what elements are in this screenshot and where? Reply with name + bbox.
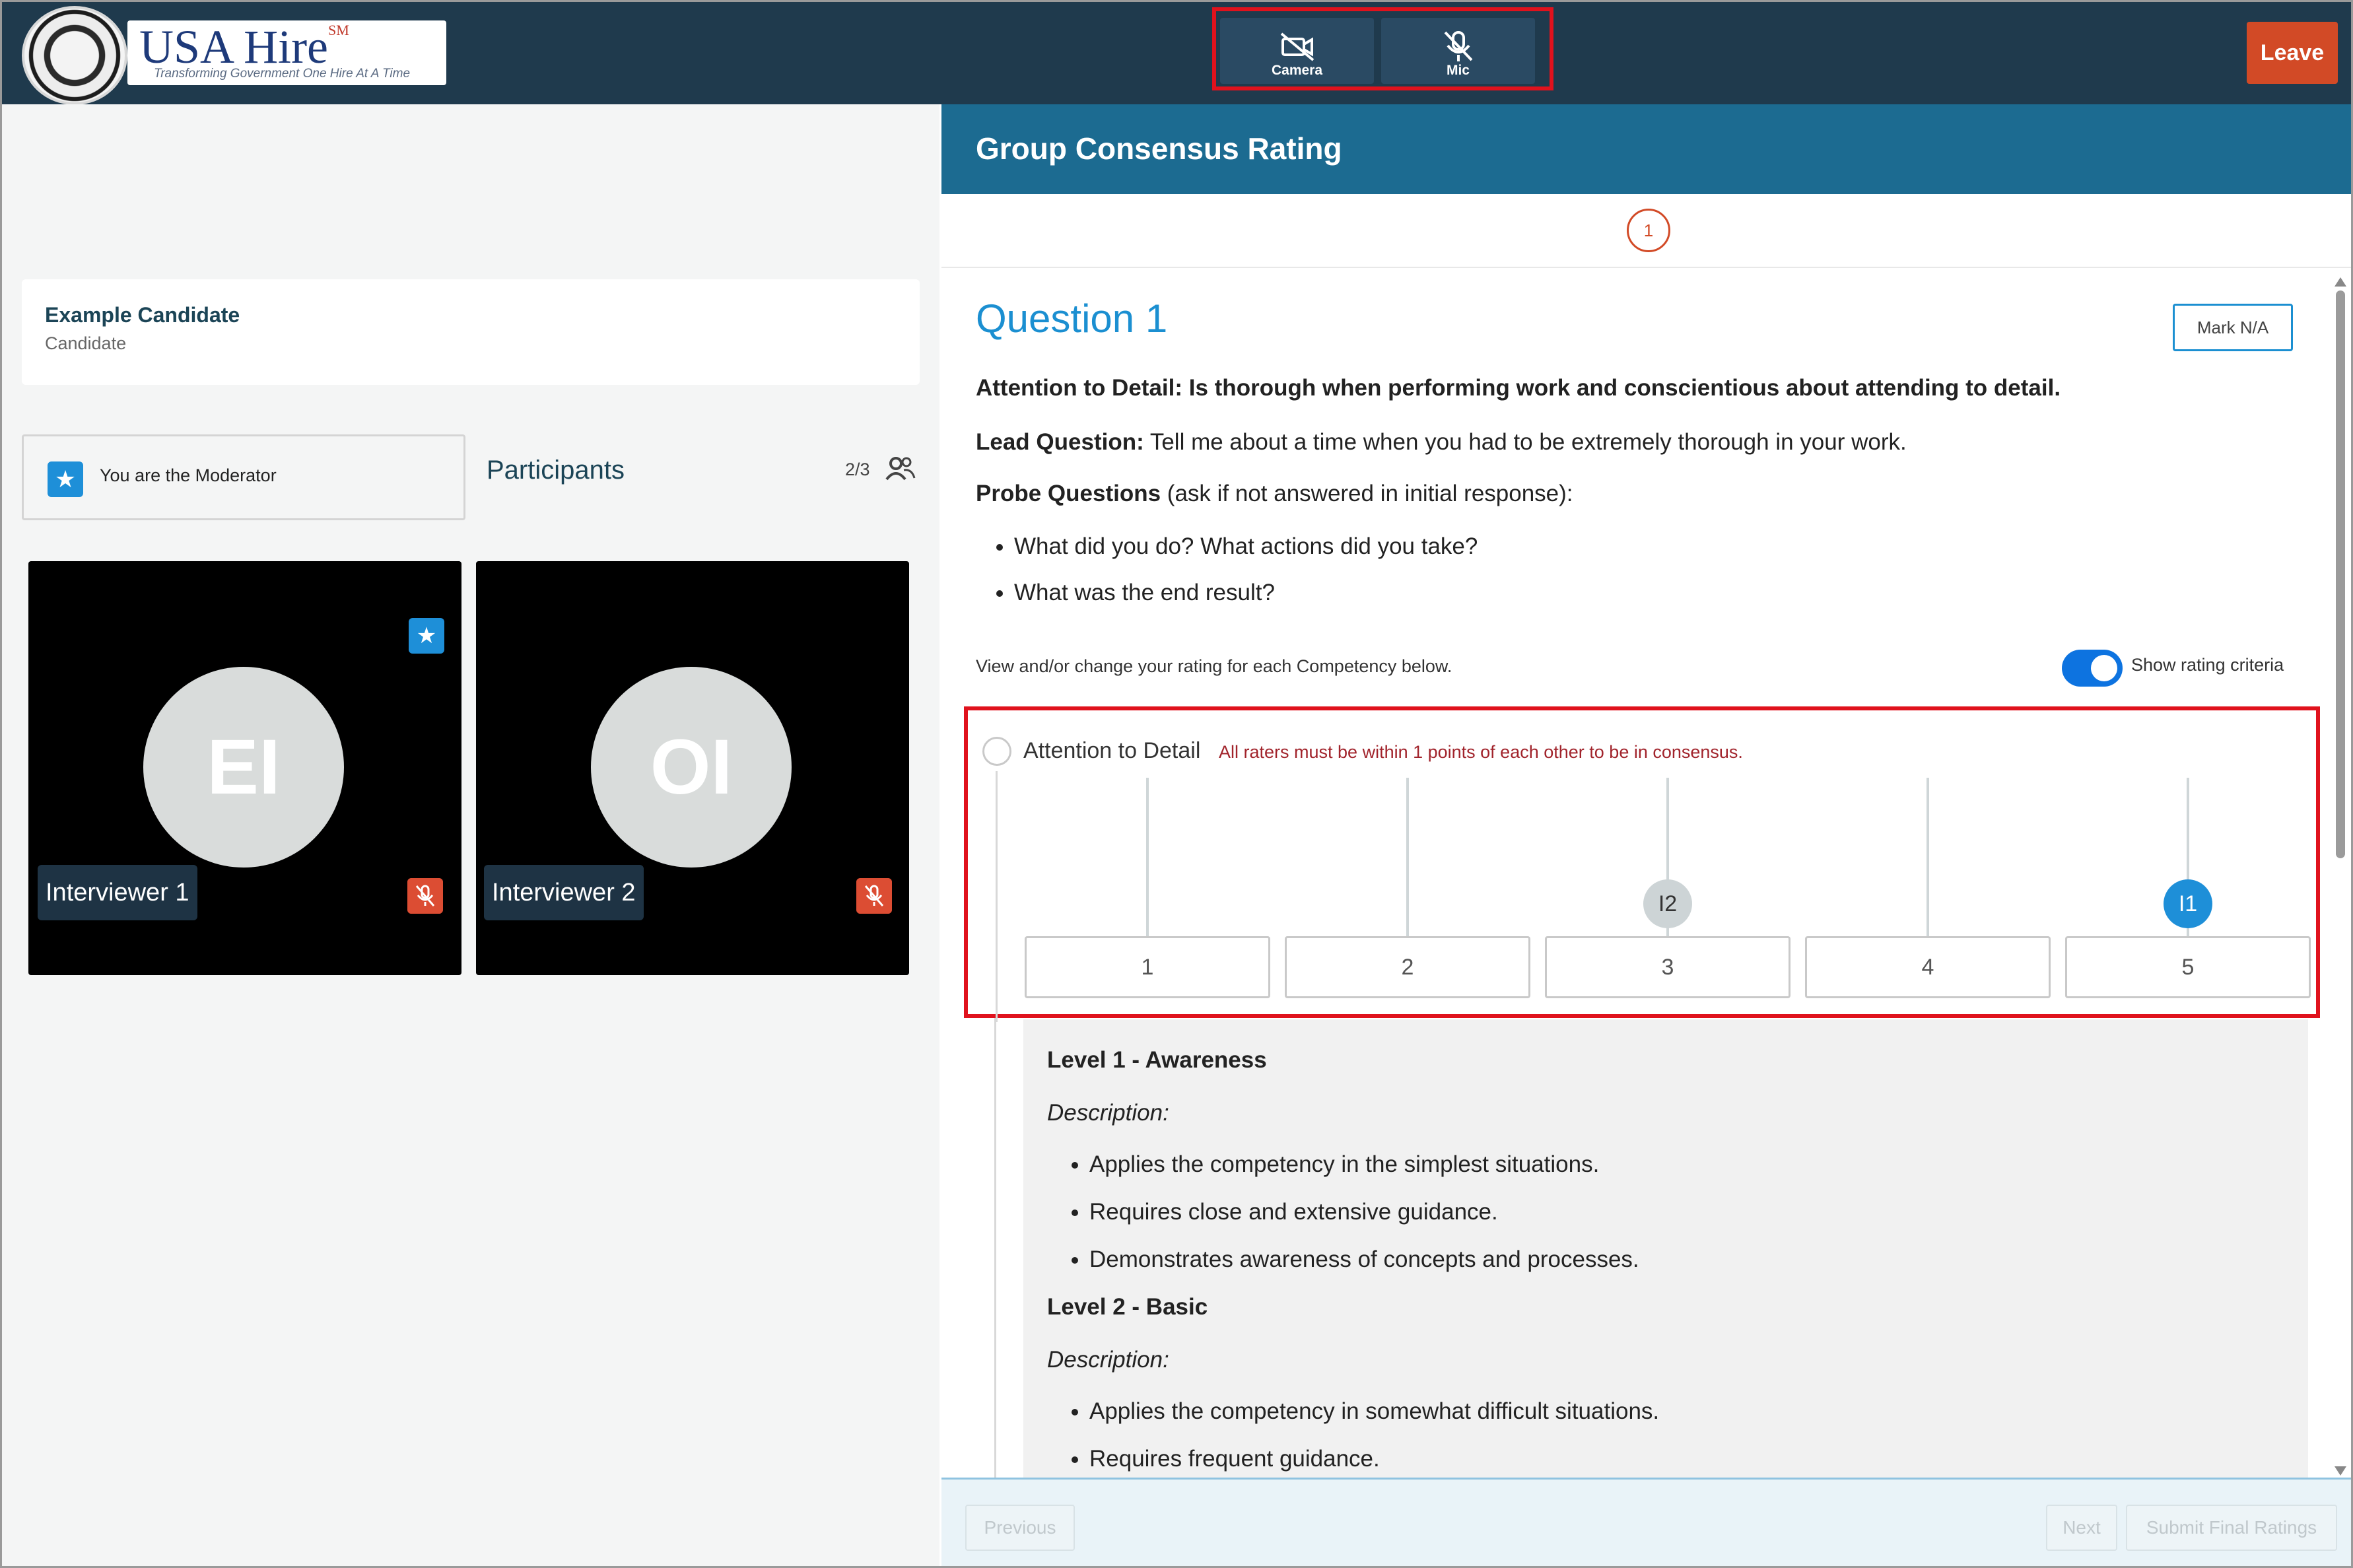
probe-list: What did you do? What actions did you ta…	[1014, 533, 1478, 626]
moderator-star-icon: ★	[409, 618, 444, 654]
list-item: What did you do? What actions did you ta…	[1014, 533, 1478, 560]
level-items: Applies the competency in somewhat diffi…	[1089, 1398, 1659, 1478]
candidate-role: Candidate	[45, 333, 127, 353]
star-icon: ★	[48, 461, 83, 497]
usa-hire-logo: USA HireSM Transforming Government One H…	[22, 6, 446, 105]
rating-panel: Group Consensus Rating 1 Question 1 Mark…	[941, 104, 2351, 1566]
probe-questions: Probe Questions (ask if not answered in …	[976, 481, 1573, 507]
top-bar: USA HireSM Transforming Government One H…	[2, 2, 2351, 105]
probe-label: Probe Questions	[976, 481, 1161, 506]
participants-count: 2/3	[845, 460, 870, 479]
probe-text: (ask if not answered in initial response…	[1161, 481, 1573, 506]
participant-name: Interviewer 1	[38, 865, 197, 920]
participant-tile[interactable]: OI Interviewer 2	[476, 561, 909, 975]
next-button[interactable]: Next	[2046, 1505, 2117, 1551]
competency-definition: Attention to Detail: Is thorough when pe…	[976, 375, 2061, 401]
lead-label: Lead Question:	[976, 429, 1144, 455]
camera-off-icon	[1280, 32, 1314, 61]
rating-option-4[interactable]: 4	[1805, 936, 2051, 998]
participants-title: Participants	[487, 456, 625, 485]
mark-na-button[interactable]: Mark N/A	[2173, 304, 2293, 351]
competency-rating-row: Attention to Detail All raters must be w…	[964, 706, 2320, 1022]
divider	[994, 1018, 996, 1478]
panel-header: Group Consensus Rating	[941, 104, 2351, 194]
toggle-knob	[2091, 655, 2117, 681]
rating-criteria: Level 1 - Awareness Description: Applies…	[1023, 1019, 2308, 1478]
scroll-down-icon[interactable]	[2335, 1466, 2346, 1476]
logo-tagline: Transforming Government One Hire At A Ti…	[154, 67, 411, 81]
camera-button[interactable]: Camera	[1220, 18, 1374, 84]
step-indicator[interactable]: 1	[1627, 209, 1670, 252]
scroll-thumb[interactable]	[2336, 290, 2345, 858]
view-instructions: View and/or change your rating for each …	[976, 656, 1452, 676]
toggle-label: Show rating criteria	[2131, 655, 2284, 675]
list-item: Requires frequent guidance.	[1089, 1446, 1659, 1472]
participant-tile[interactable]: EI ★ Interviewer 1	[28, 561, 461, 975]
lead-text: Tell me about a time when you had to be …	[1143, 429, 1907, 455]
competency-radio[interactable]	[982, 737, 1011, 766]
question-stepper: 1	[941, 194, 2351, 268]
mic-off-icon	[1444, 31, 1472, 61]
list-item: Requires close and extensive guidance.	[1089, 1199, 1639, 1225]
list-item: Applies the competency in the simplest s…	[1089, 1151, 1639, 1178]
media-controls-group: Camera Mic	[1212, 7, 1553, 90]
rater-marker-i2: I2	[1643, 879, 1692, 928]
divider	[996, 771, 998, 1022]
mic-label: Mic	[1446, 63, 1470, 78]
rater-marker-i1: I1	[2164, 879, 2212, 928]
moderator-text: You are the Moderator	[100, 465, 277, 485]
description-label: Description:	[1047, 1100, 1169, 1126]
description-label: Description:	[1047, 1347, 1169, 1373]
question-content: Question 1 Mark N/A Attention to Detail:…	[941, 269, 2351, 1478]
panel-footer: Previous Next Submit Final Ratings	[941, 1478, 2351, 1566]
participants-panel: Example Candidate Candidate ★ You are th…	[2, 104, 939, 1566]
rating-option-2[interactable]: 2	[1285, 936, 1530, 998]
logo-box: USA HireSM Transforming Government One H…	[127, 20, 446, 85]
opm-seal-icon	[22, 6, 127, 105]
panel-title: Group Consensus Rating	[976, 131, 1342, 166]
level-title: Level 1 - Awareness	[1047, 1047, 1267, 1073]
question-title: Question 1	[976, 296, 1168, 341]
leave-button[interactable]: Leave	[2247, 22, 2338, 84]
mic-muted-icon	[407, 878, 443, 914]
people-icon[interactable]	[884, 456, 917, 482]
scrollbar[interactable]	[2333, 277, 2348, 1476]
competency-name: Attention to Detail	[1023, 738, 1201, 763]
scroll-up-icon[interactable]	[2335, 277, 2346, 287]
scale-stem	[1406, 778, 1409, 936]
show-criteria-toggle[interactable]	[2062, 650, 2123, 687]
list-item: Demonstrates awareness of concepts and p…	[1089, 1246, 1639, 1273]
rating-option-5[interactable]: 5	[2065, 936, 2311, 998]
level-title: Level 2 - Basic	[1047, 1294, 1208, 1320]
avatar: EI	[143, 667, 344, 868]
candidate-name: Example Candidate	[45, 303, 240, 327]
camera-label: Camera	[1271, 63, 1323, 78]
list-item: What was the end result?	[1014, 580, 1478, 606]
participant-name: Interviewer 2	[484, 865, 644, 920]
candidate-card: Example Candidate Candidate	[22, 279, 920, 385]
rating-option-3[interactable]: 3	[1545, 936, 1790, 998]
mic-button[interactable]: Mic	[1381, 18, 1535, 84]
rating-option-1[interactable]: 1	[1025, 936, 1270, 998]
logo-sm: SM	[328, 22, 349, 38]
moderator-badge: ★ You are the Moderator	[22, 434, 465, 520]
level-items: Applies the competency in the simplest s…	[1089, 1151, 1639, 1294]
scale-stem	[1146, 778, 1149, 936]
submit-final-ratings-button[interactable]: Submit Final Ratings	[2126, 1505, 2337, 1551]
previous-button[interactable]: Previous	[965, 1505, 1075, 1551]
mic-muted-icon	[856, 878, 892, 914]
scale-stem	[1927, 778, 1929, 936]
avatar: OI	[591, 667, 792, 868]
logo-title: USA Hire	[139, 20, 328, 73]
lead-question: Lead Question: Tell me about a time when…	[976, 429, 1907, 456]
list-item: Applies the competency in somewhat diffi…	[1089, 1398, 1659, 1425]
consensus-note: All raters must be within 1 points of ea…	[1219, 742, 1743, 762]
